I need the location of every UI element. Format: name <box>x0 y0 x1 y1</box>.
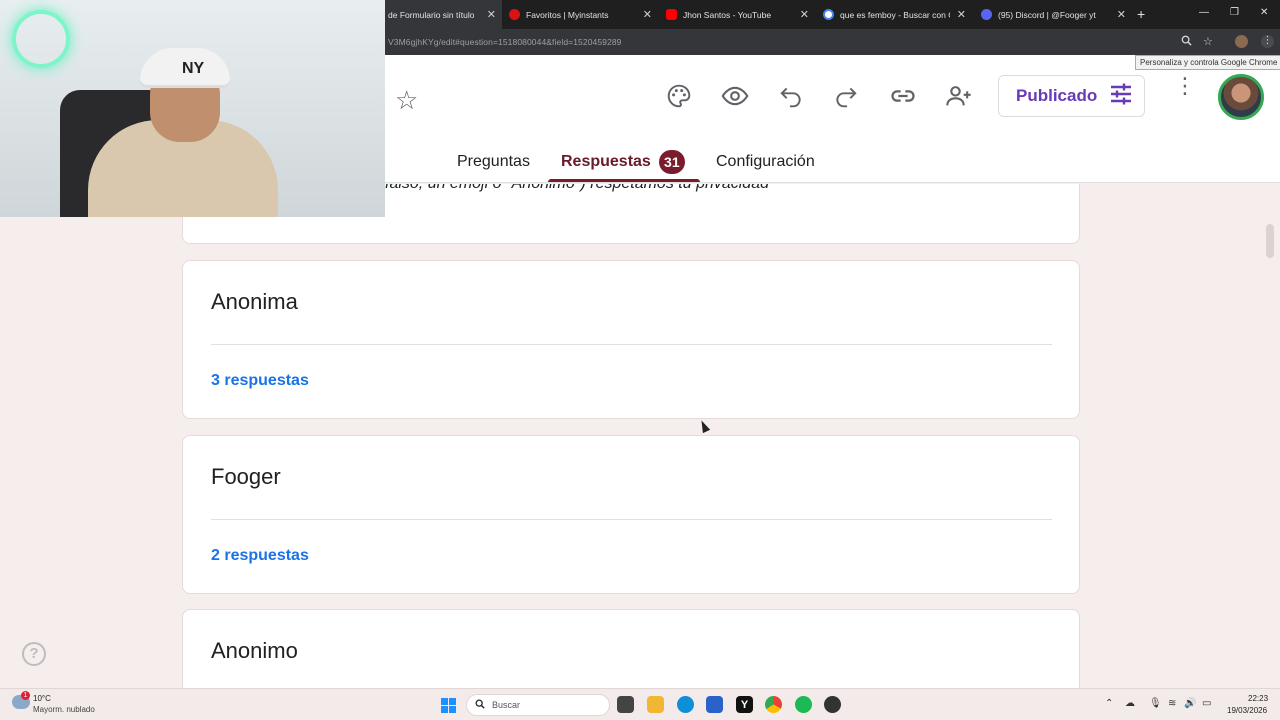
tab-title: Favoritos | Myinstants <box>526 9 609 20</box>
cap-logo: NY <box>182 60 205 77</box>
tab-title: Jhon Santos - YouTube <box>683 9 772 20</box>
tab-responses[interactable]: Respuestas 31 <box>561 150 685 174</box>
response-card: Fooger 2 respuestas <box>182 435 1080 594</box>
taskbar-search[interactable]: Buscar <box>466 694 610 716</box>
browser-tab-myinstants[interactable]: Favoritos | Myinstants ✕ <box>505 0 658 29</box>
search-icon <box>475 699 485 712</box>
bookmark-star-icon[interactable]: ☆ <box>1203 35 1213 48</box>
battery-icon[interactable]: ▭ <box>1202 698 1211 709</box>
tab-questions[interactable]: Preguntas <box>457 153 530 171</box>
responses-count-badge: 31 <box>658 150 685 174</box>
volume-icon[interactable]: 🔊 <box>1184 698 1196 709</box>
microsoft-store-icon[interactable] <box>706 696 723 713</box>
search-placeholder: Buscar <box>492 700 521 710</box>
preview-eye-icon[interactable] <box>718 79 752 113</box>
link-icon[interactable] <box>886 79 920 113</box>
card-divider <box>211 344 1052 345</box>
wifi-icon[interactable]: ≋ <box>1168 698 1176 709</box>
obs-icon[interactable] <box>824 696 841 713</box>
zoom-icon[interactable] <box>1181 35 1192 49</box>
published-button[interactable]: Publicado <box>998 75 1145 117</box>
url-text[interactable]: V3M6gjhKYg/edit#question=1518080044&fiel… <box>388 37 621 47</box>
clock-time[interactable]: 22:23 <box>1248 694 1268 703</box>
file-explorer-icon[interactable] <box>647 696 664 713</box>
myinstants-favicon-icon <box>509 9 520 20</box>
tray-chevron-icon[interactable]: ⌃ <box>1105 698 1113 709</box>
response-count-link[interactable]: 2 respuestas <box>211 547 309 565</box>
tab-settings[interactable]: Configuración <box>716 153 815 171</box>
browser-tab-discord[interactable]: (95) Discord | @Fooger yt ✕ <box>977 0 1132 29</box>
browser-tab-forms[interactable]: de Formulario sin título ✕ <box>385 0 502 29</box>
account-avatar[interactable] <box>1218 74 1264 120</box>
spotify-icon[interactable] <box>795 696 812 713</box>
browser-tab-youtube[interactable]: Jhon Santos - YouTube ✕ <box>662 0 815 29</box>
weather-alert-badge: 1 <box>21 691 30 700</box>
card-divider <box>211 519 1052 520</box>
task-view-icon[interactable] <box>617 696 634 713</box>
response-card: Anonimo <box>182 609 1080 688</box>
responses-content: falso, un emoji o "Anónimo") respetamos … <box>0 184 1280 688</box>
profile-avatar-small[interactable] <box>1235 35 1248 48</box>
browser-tab-google-search[interactable]: que es femboy - Buscar con Go ✕ <box>819 0 972 29</box>
scrollbar[interactable] <box>1266 224 1274 258</box>
redo-icon[interactable] <box>829 79 863 113</box>
youtube-favicon-icon <box>666 9 677 20</box>
help-icon[interactable]: ? <box>22 642 46 666</box>
tab-title: que es femboy - Buscar con Go <box>840 9 950 20</box>
edge-browser-icon[interactable] <box>677 696 694 713</box>
close-icon[interactable]: ✕ <box>800 8 809 21</box>
undo-icon[interactable] <box>774 79 808 113</box>
question-description-text: falso, un emoji o "Anónimo") respetamos … <box>385 184 769 193</box>
neon-smiley-icon <box>12 10 70 68</box>
chrome-menu-icon[interactable]: ⋮ <box>1261 35 1274 48</box>
minimize-icon[interactable]: — <box>1199 7 1209 18</box>
discord-favicon-icon <box>981 9 992 20</box>
close-icon[interactable]: ✕ <box>1117 8 1126 21</box>
response-text: Anonimo <box>211 638 298 663</box>
weather-temperature[interactable]: 10°C <box>33 694 51 703</box>
more-options-icon[interactable]: ⋮ <box>1174 75 1196 97</box>
tab-title: de Formulario sin título <box>388 9 475 20</box>
chrome-icon[interactable] <box>765 696 782 713</box>
published-label: Publicado <box>1016 86 1098 105</box>
cloud-sync-icon[interactable]: ☁ <box>1125 698 1135 709</box>
palette-icon[interactable] <box>662 79 696 113</box>
active-tab-indicator <box>548 179 700 182</box>
response-count-link[interactable]: 3 respuestas <box>211 372 309 390</box>
close-icon[interactable]: ✕ <box>643 8 652 21</box>
close-icon[interactable]: ✕ <box>487 8 496 21</box>
taskbar: 1 10°C Mayorm. nublado Buscar Y ⌃ ☁ 🎙 ≋ … <box>0 688 1280 720</box>
microphone-icon[interactable]: 🎙 <box>1149 698 1162 709</box>
chrome-menu-tooltip: Personaliza y controla Google Chrome <box>1135 55 1280 70</box>
weather-description[interactable]: Mayorm. nublado <box>33 705 95 714</box>
new-tab-icon[interactable]: + <box>1137 6 1145 22</box>
response-text: Fooger <box>211 464 281 489</box>
yandex-icon[interactable]: Y <box>736 696 753 713</box>
close-icon[interactable]: ✕ <box>957 8 966 21</box>
tab-title: (95) Discord | @Fooger yt <box>998 9 1096 20</box>
restore-icon[interactable]: ❐ <box>1230 7 1239 18</box>
webcam-overlay: NY <box>0 0 385 217</box>
window-close-icon[interactable]: ✕ <box>1260 7 1268 18</box>
clock-date[interactable]: 19/03/2026 <box>1227 706 1267 715</box>
windows-start-icon[interactable] <box>441 698 456 713</box>
google-favicon-icon <box>823 9 834 20</box>
response-card: Anonima 3 respuestas <box>182 260 1080 419</box>
add-collaborator-icon[interactable] <box>942 79 976 113</box>
response-text: Anonima <box>211 289 298 314</box>
tune-settings-icon <box>1109 83 1133 110</box>
tab-responses-label: Respuestas <box>561 153 651 171</box>
star-icon[interactable]: ☆ <box>395 85 418 116</box>
